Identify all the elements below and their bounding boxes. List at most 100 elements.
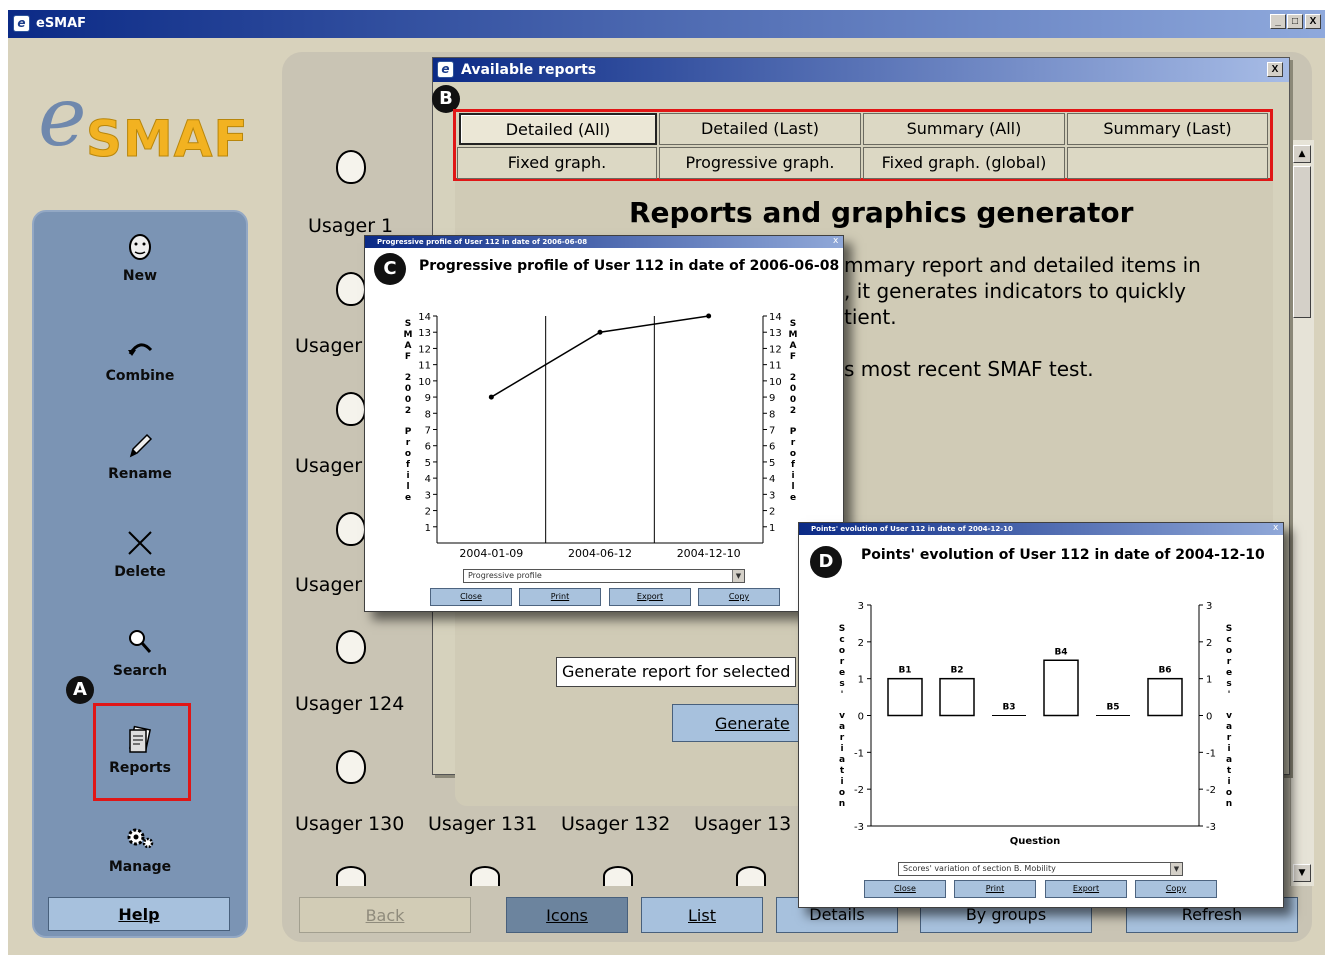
user-label[interactable]: Usager bbox=[295, 335, 362, 357]
tab-detailed-all[interactable]: Detailed (All) bbox=[459, 113, 657, 145]
app-logo-icon: e bbox=[13, 15, 30, 32]
tab-progressive-graph[interactable]: Progressive graph. bbox=[659, 147, 861, 179]
tab-detailed-last[interactable]: Detailed (Last) bbox=[659, 113, 861, 145]
sidebar-item-delete[interactable]: Delete bbox=[60, 528, 220, 580]
user-label[interactable]: Usager 132 bbox=[561, 813, 670, 835]
user-label[interactable]: Usager bbox=[295, 455, 362, 477]
copy-button[interactable]: Copy bbox=[698, 588, 780, 606]
maximize-button[interactable]: □ bbox=[1287, 14, 1303, 29]
report-select[interactable]: Generate report for selected p bbox=[556, 657, 796, 687]
y-tick-label: 3 bbox=[858, 601, 864, 612]
user-label[interactable]: Usager 131 bbox=[428, 813, 537, 835]
sidebar-item-manage[interactable]: Manage bbox=[60, 823, 220, 875]
y-tick-label: 14 bbox=[418, 312, 431, 323]
x-axis-label: Question bbox=[1010, 836, 1061, 847]
y-axis-label-right-char: ' bbox=[1228, 690, 1231, 700]
reports-highlight bbox=[93, 703, 191, 801]
dialog-close-button[interactable]: X bbox=[1267, 62, 1283, 77]
copy-button[interactable]: Copy bbox=[1135, 880, 1217, 898]
sidebar-item-rename[interactable]: Rename bbox=[60, 430, 220, 482]
y-axis-label-char: 0 bbox=[405, 384, 411, 394]
y-tick-label-right: 12 bbox=[769, 344, 782, 355]
select-value: Scores' variation of section B. Mobility bbox=[903, 864, 1056, 873]
y-tick-label: 11 bbox=[418, 361, 431, 372]
back-button[interactable]: Back bbox=[299, 897, 471, 933]
y-axis-label-char: i bbox=[406, 471, 409, 481]
scroll-thumb[interactable] bbox=[1293, 166, 1311, 318]
generate-button[interactable]: Generate bbox=[672, 704, 802, 742]
y-axis-label-char: S bbox=[405, 319, 411, 329]
user-face-icon[interactable] bbox=[336, 272, 366, 306]
popup-close-button[interactable]: Close bbox=[864, 880, 946, 898]
user-face-icon[interactable] bbox=[336, 866, 366, 886]
user-face-icon[interactable] bbox=[336, 150, 366, 184]
y-tick-label-right: 1 bbox=[769, 523, 775, 534]
logo-text: SMAF bbox=[86, 110, 249, 169]
export-button[interactable]: Export bbox=[609, 588, 691, 606]
y-axis-label-char: A bbox=[405, 341, 412, 351]
y-axis-label-right-char: f bbox=[791, 460, 795, 470]
y-axis-label-char: r bbox=[840, 733, 845, 743]
tab-summary-all[interactable]: Summary (All) bbox=[863, 113, 1065, 145]
marker-d: D bbox=[810, 546, 842, 578]
scroll-up-button[interactable]: ▲ bbox=[1293, 145, 1311, 163]
user-label[interactable]: Usager 13 bbox=[694, 813, 791, 835]
y-tick-label-right: 5 bbox=[769, 458, 775, 469]
y-tick-label-right: 0 bbox=[1206, 712, 1212, 723]
y-axis-label-char: S bbox=[839, 624, 845, 634]
data-point bbox=[706, 313, 712, 319]
y-axis-label-char: o bbox=[405, 449, 411, 459]
user-label[interactable]: Usager bbox=[295, 574, 362, 596]
user-face-icon[interactable] bbox=[336, 750, 366, 784]
user-face-icon[interactable] bbox=[736, 866, 766, 886]
y-tick-label: -2 bbox=[854, 785, 864, 796]
print-button[interactable]: Print bbox=[519, 588, 601, 606]
progressive-line-chart: 1 12 23 34 45 56 67 78 89 910 1011 1112 1213 1314 1420… bbox=[404, 312, 798, 560]
sidebar-item-search[interactable]: Search bbox=[60, 627, 220, 679]
y-axis-label-right-char: 0 bbox=[790, 384, 796, 394]
chart-type-select[interactable]: Scores' variation of section B. Mobility… bbox=[898, 862, 1183, 876]
sidebar-item-new[interactable]: New bbox=[60, 232, 220, 284]
popup-close-icon[interactable]: x bbox=[1273, 523, 1278, 533]
y-axis-label-right-char: F bbox=[790, 352, 796, 362]
bar-label: B2 bbox=[950, 666, 963, 676]
y-tick-label: 1 bbox=[425, 523, 431, 534]
user-label[interactable]: Usager 124 bbox=[295, 693, 404, 715]
list-button[interactable]: List bbox=[641, 897, 763, 933]
tab-summary-last[interactable]: Summary (Last) bbox=[1067, 113, 1268, 145]
y-tick-label-right: 8 bbox=[769, 409, 775, 420]
sidebar-item-combine[interactable]: Combine bbox=[60, 332, 220, 384]
help-button[interactable]: Help bbox=[48, 897, 230, 931]
user-label[interactable]: Usager 1 bbox=[308, 215, 393, 237]
user-face-icon[interactable] bbox=[470, 866, 500, 886]
user-face-icon[interactable] bbox=[336, 512, 366, 546]
icons-button[interactable]: Icons bbox=[506, 897, 628, 933]
user-face-icon[interactable] bbox=[336, 630, 366, 664]
popup-close-icon[interactable]: x bbox=[833, 236, 838, 246]
popup-close-button[interactable]: Close bbox=[430, 588, 512, 606]
bar bbox=[887, 677, 923, 717]
chart-title: Points' evolution of User 112 in date of… bbox=[861, 547, 1265, 563]
user-label[interactable]: Usager 130 bbox=[295, 813, 404, 835]
y-axis-label-char: F bbox=[405, 352, 411, 362]
y-tick-label-right: -1 bbox=[1206, 748, 1216, 759]
export-button[interactable]: Export bbox=[1045, 880, 1127, 898]
scroll-down-button[interactable]: ▼ bbox=[1293, 864, 1311, 882]
y-axis-label-right-char: S bbox=[1226, 624, 1232, 634]
y-tick-label-right: 13 bbox=[769, 328, 782, 339]
bar bbox=[1043, 659, 1079, 717]
chart-type-select[interactable]: Progressive profile ▼ bbox=[463, 569, 745, 583]
close-button[interactable]: X bbox=[1305, 14, 1321, 29]
minimize-button[interactable]: _ bbox=[1270, 14, 1286, 29]
print-button[interactable]: Print bbox=[954, 880, 1036, 898]
y-axis-label-char: f bbox=[406, 460, 410, 470]
user-face-icon[interactable] bbox=[336, 392, 366, 426]
tab-empty bbox=[1067, 147, 1268, 179]
y-tick-label: 13 bbox=[418, 328, 431, 339]
y-axis-label-right: SMAF2002Profile bbox=[789, 319, 798, 503]
tab-fixed-graph[interactable]: Fixed graph. bbox=[457, 147, 657, 179]
tab-fixed-graph-global[interactable]: Fixed graph. (global) bbox=[863, 147, 1065, 179]
y-tick-label: 7 bbox=[425, 426, 431, 437]
user-face-icon[interactable] bbox=[603, 866, 633, 886]
y-axis-label-char: o bbox=[839, 788, 845, 798]
